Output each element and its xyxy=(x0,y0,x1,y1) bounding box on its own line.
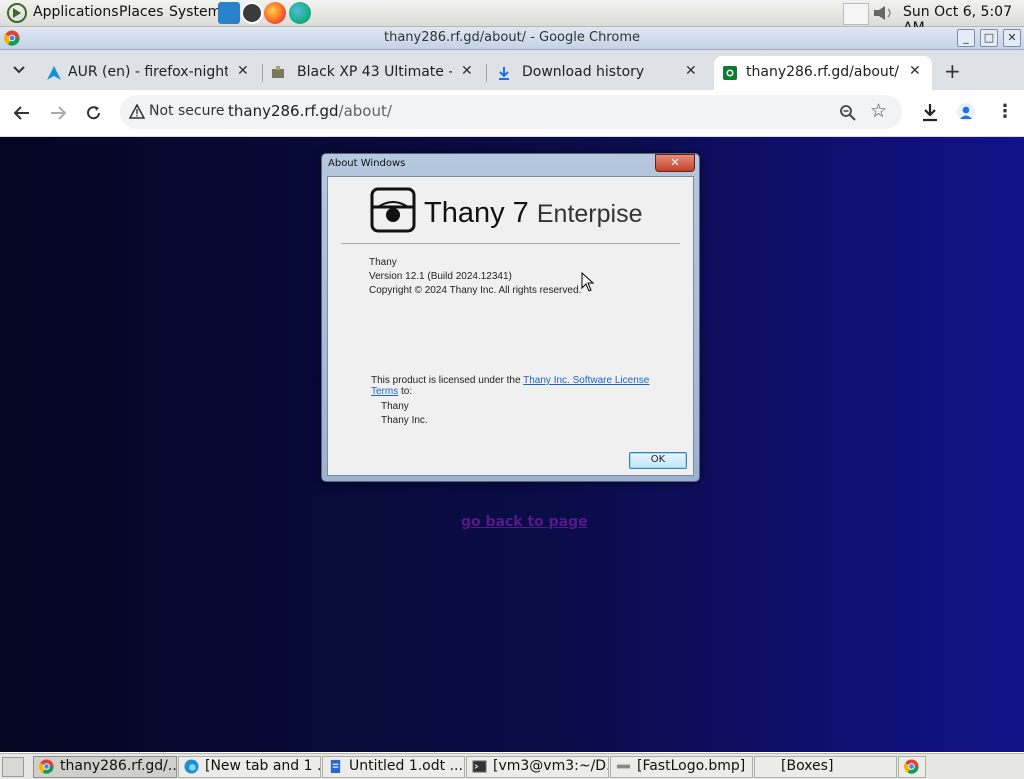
boxes-icon xyxy=(760,759,775,774)
tab-strip: AUR (en) - firefox-nightly ✕ Black XP 43… xyxy=(0,50,1024,90)
security-chip-label[interactable]: Not secure xyxy=(149,103,225,119)
maximize-button[interactable]: □ xyxy=(980,29,998,47)
tab-aur[interactable]: AUR (en) - firefox-nightly ✕ xyxy=(40,56,260,90)
new-tab-plus-icon[interactable]: + xyxy=(944,59,961,83)
zoom-magnifier-icon[interactable] xyxy=(839,104,856,121)
license-prefix: This product is licensed under the xyxy=(371,375,521,386)
brand-name: Thany 7 xyxy=(424,197,529,229)
taskbar-label: [New tab and 1 ... xyxy=(205,758,321,774)
tab-thany-about[interactable]: thany286.rf.gd/about/ ✕ xyxy=(714,56,932,90)
brand-heading: Thany 7 Enterpise xyxy=(424,197,642,230)
warning-triangle-icon[interactable] xyxy=(129,104,145,119)
url-path: /about/ xyxy=(338,102,392,120)
taskbar-item-image[interactable]: [FastLogo.bmp] xyxy=(610,756,753,778)
licensee-org: Thany Inc. xyxy=(381,415,428,426)
taskbar-label: [FastLogo.bmp] xyxy=(637,758,746,774)
dialog-close-button[interactable]: ✕ xyxy=(655,154,695,172)
taskbar-item-terminal[interactable]: [vm3@vm3:~/D... xyxy=(466,756,609,778)
license-text: This product is licensed under the Thany… xyxy=(371,375,671,397)
about-dialog: About Windows ✕ Thany 7 Enterpise Thany … xyxy=(321,153,700,482)
taskbar-label: thany286.rf.gd/... xyxy=(60,758,177,774)
go-back-link[interactable]: go back to page xyxy=(461,514,588,530)
bottom-taskbar: thany286.rf.gd/... [New tab and 1 ... Un… xyxy=(0,753,1024,779)
tab-search-chevron-icon[interactable] xyxy=(12,65,26,75)
window-titlebar[interactable]: thany286.rf.gd/about/ - Google Chrome _ … xyxy=(0,27,1024,50)
tab-black-xp[interactable]: Black XP 43 Ultimate - Cru ✕ xyxy=(264,56,484,90)
volume-icon[interactable] xyxy=(872,4,894,22)
url-text[interactable]: thany286.rf.gd/about/ xyxy=(228,102,392,120)
tab-label: thany286.rf.gd/about/ xyxy=(746,64,899,80)
show-desktop-icon[interactable] xyxy=(2,757,24,777)
tab-divider xyxy=(486,64,487,82)
taskbar-item-edge[interactable]: [New tab and 1 ... xyxy=(178,756,321,778)
places-menu[interactable]: Places xyxy=(119,4,164,20)
tab-download-history[interactable]: Download history ✕ xyxy=(490,56,710,90)
dialog-divider xyxy=(341,243,680,244)
system-menu[interactable]: System xyxy=(169,4,221,20)
license-terms-link-cont[interactable]: Terms xyxy=(371,386,398,397)
tab-close-icon[interactable]: ✕ xyxy=(685,63,697,79)
d-app-launcher-icon[interactable] xyxy=(241,2,263,24)
dialog-body: Thany 7 Enterpise Thany Version 12.1 (Bu… xyxy=(327,176,694,476)
writer-icon xyxy=(330,759,341,774)
minimize-button[interactable]: _ xyxy=(957,29,975,47)
taskbar-label: [vm3@vm3:~/D... xyxy=(493,758,609,774)
tab-close-icon[interactable]: ✕ xyxy=(237,63,249,79)
kebab-menu-icon[interactable]: ⋮ xyxy=(996,101,1014,122)
image-icon xyxy=(616,764,631,769)
mouse-cursor-icon xyxy=(581,272,595,292)
taskbar-label: Untitled 1.odt ... xyxy=(349,758,463,774)
brand-edition: Enterpise xyxy=(536,200,643,228)
license-terms-link[interactable]: Thany Inc. Software License xyxy=(523,375,649,386)
close-window-button[interactable]: ✕ xyxy=(1003,29,1021,47)
terminal-icon xyxy=(472,760,487,773)
gnome-foot-icon[interactable] xyxy=(7,3,27,23)
dialog-title: About Windows xyxy=(328,158,406,169)
profile-avatar-icon[interactable] xyxy=(957,103,975,121)
window-title: thany286.rf.gd/about/ - Google Chrome xyxy=(384,30,640,45)
taskbar-item-chrome[interactable]: thany286.rf.gd/... xyxy=(33,756,177,778)
edge-icon xyxy=(184,759,199,774)
top-panel: Applications Places System Sun Oct 6, 5:… xyxy=(0,0,1024,36)
edge-dev-launcher-icon[interactable] xyxy=(289,2,311,24)
back-arrow-icon[interactable] xyxy=(13,105,31,121)
forward-arrow-icon[interactable] xyxy=(49,105,67,121)
vscode-launcher-icon[interactable] xyxy=(218,2,240,24)
download-icon xyxy=(499,67,509,80)
downloads-icon[interactable] xyxy=(921,103,939,122)
bookmark-star-icon[interactable]: ☆ xyxy=(870,100,887,122)
workspace-switcher-icon[interactable] xyxy=(843,3,869,25)
taskbar-item-chrome-small[interactable] xyxy=(898,756,926,778)
tab-label: Download history xyxy=(522,64,645,80)
reload-icon[interactable] xyxy=(85,104,103,122)
tab-divider xyxy=(262,64,263,82)
license-suffix: to: xyxy=(398,386,413,397)
tab-close-icon[interactable]: ✕ xyxy=(909,63,921,79)
browser-toolbar: Not secure thany286.rf.gd/about/ ☆ ⋮ xyxy=(0,90,1024,137)
firefox-launcher-icon[interactable] xyxy=(264,2,286,24)
ok-button[interactable]: OK xyxy=(629,452,687,469)
copyright-text: Copyright © 2024 Thany Inc. All rights r… xyxy=(369,285,582,296)
applications-menu[interactable]: Applications xyxy=(33,4,119,20)
thany-logo-icon xyxy=(370,187,416,233)
tab-label: Black XP 43 Ultimate - Cru xyxy=(297,64,452,80)
product-name: Thany xyxy=(369,257,397,268)
taskbar-label: [Boxes] xyxy=(781,758,834,774)
site-favicon-icon xyxy=(723,66,737,80)
tab-close-icon[interactable]: ✕ xyxy=(461,63,473,79)
version-text: Version 12.1 (Build 2024.12341) xyxy=(369,271,512,282)
licensee-user: Thany xyxy=(381,401,409,412)
taskbar-item-boxes[interactable]: [Boxes] xyxy=(754,756,897,778)
arch-icon xyxy=(47,66,61,80)
tab-label: AUR (en) - firefox-nightly xyxy=(68,64,228,80)
puzzle-icon xyxy=(272,66,284,78)
taskbar-item-writer[interactable]: Untitled 1.odt ... xyxy=(322,756,465,778)
chrome-icon xyxy=(39,759,54,774)
chrome-icon xyxy=(904,759,919,774)
url-host: thany286.rf.gd xyxy=(228,102,339,120)
address-bar[interactable]: Not secure thany286.rf.gd/about/ ☆ xyxy=(120,95,902,129)
